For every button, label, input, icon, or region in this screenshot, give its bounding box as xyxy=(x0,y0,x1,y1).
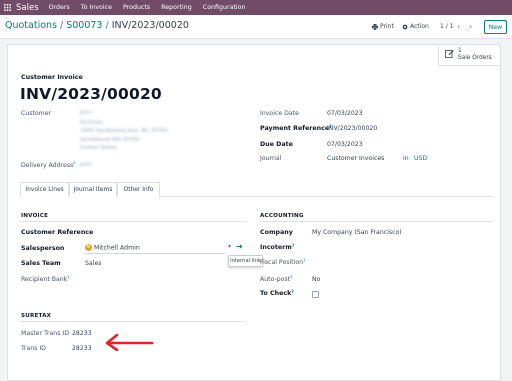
master-trans-id-value[interactable]: 28233 xyxy=(72,330,92,337)
action-button[interactable]: Action xyxy=(402,23,429,30)
internal-link-arrow-icon[interactable]: ➜ xyxy=(236,242,243,251)
customer-reference-label: Customer Reference xyxy=(21,229,94,236)
invoice-number: INV/2023/00020 xyxy=(20,85,162,103)
delivery-address-label: Delivery Address? xyxy=(21,162,76,169)
sale-orders-smart-button[interactable]: 1 Sale Orders xyxy=(438,45,500,66)
nav-products[interactable]: Products xyxy=(123,4,150,11)
company-value[interactable]: My Company (San Francisco) xyxy=(312,229,402,236)
currency-value[interactable]: USD xyxy=(414,155,427,162)
print-button[interactable]: Print xyxy=(372,23,394,30)
breadcrumb-current: INV/2023/00020 xyxy=(111,20,189,31)
annotation-arrow-icon xyxy=(105,333,154,351)
accounting-section-title: ACCOUNTING xyxy=(260,213,304,219)
tab-journal-items[interactable]: Journal Items xyxy=(69,182,117,197)
help-marker[interactable]: ? xyxy=(290,276,292,281)
due-date-label: Due Date xyxy=(260,141,293,148)
pager-next-icon[interactable]: › xyxy=(469,22,472,31)
invoice-date-value[interactable]: 07/03/2023 xyxy=(327,110,363,117)
incoterm-label: Incoterm? xyxy=(260,244,295,251)
help-marker[interactable]: ? xyxy=(291,290,294,295)
print-icon xyxy=(372,23,378,30)
section-divider xyxy=(259,221,493,222)
section-divider xyxy=(20,221,246,222)
breadcrumb-separator: / xyxy=(105,20,109,31)
help-marker[interactable]: ? xyxy=(303,259,305,264)
breadcrumb-quotations[interactable]: Quotations xyxy=(5,20,57,31)
customer-address-line: Sandiwood WA 30791 xyxy=(80,137,140,143)
auto-post-value[interactable]: No xyxy=(312,276,320,283)
customer-name[interactable]: John xyxy=(80,110,92,116)
form-sheet: 1 Sale Orders Customer Invoice INV/2023/… xyxy=(7,44,501,381)
pager-value[interactable]: 1 / 1 xyxy=(440,23,453,30)
tab-other-info[interactable]: Other Info xyxy=(117,182,160,198)
delivery-address-value[interactable]: John xyxy=(80,162,92,168)
gear-icon xyxy=(402,24,408,29)
salesperson-underline xyxy=(85,253,225,254)
help-marker[interactable]: ? xyxy=(67,276,69,281)
move-type-label: Customer Invoice xyxy=(21,74,83,81)
customer-address-line: United States xyxy=(80,145,118,151)
control-panel: Quotations / S00073/INV/2023/00020 Print A… xyxy=(0,15,512,39)
sale-orders-count: 1 xyxy=(458,48,462,54)
breadcrumb-separator: / xyxy=(60,20,64,31)
nav-configuration[interactable]: Configuration xyxy=(203,4,246,11)
recipient-bank-label: Recipient Bank? xyxy=(21,276,70,283)
tab-invoice-lines[interactable]: Invoice Lines xyxy=(20,182,69,197)
salesperson-label: Salesperson xyxy=(21,245,65,252)
due-date-value[interactable]: 07/03/2023 xyxy=(327,141,363,148)
avatar: M xyxy=(85,244,92,251)
help-marker[interactable]: ? xyxy=(73,162,75,167)
customer-address-line: 1905 Sandiwood Ave, NC 30791 xyxy=(80,128,169,134)
new-button[interactable]: New xyxy=(484,20,507,34)
print-label: Print xyxy=(380,23,394,30)
sale-orders-label: Sale Orders xyxy=(458,55,492,61)
app-brand[interactable]: Sales xyxy=(16,3,39,13)
payment-reference-value[interactable]: INV/2023/00020 xyxy=(327,125,377,132)
trans-id-value[interactable]: 28233 xyxy=(72,345,92,352)
section-divider xyxy=(20,321,246,322)
company-label: Company xyxy=(260,229,293,236)
invoice-date-label: Invoice Date xyxy=(260,110,299,117)
sales-team-label: Sales Team xyxy=(21,260,61,267)
nav-orders[interactable]: Orders xyxy=(49,4,70,11)
action-label: Action xyxy=(410,23,429,30)
sales-team-value[interactable]: Sales xyxy=(85,260,101,267)
invoice-section-title: INVOICE xyxy=(21,213,49,219)
salesperson-field[interactable]: M Mitchell Admin xyxy=(85,244,140,252)
notebook-tabs: Invoice Lines Journal Items Other Info xyxy=(20,182,493,198)
payment-reference-label: Payment Reference? xyxy=(260,125,332,132)
breadcrumb: Quotations / S00073/INV/2023/00020 xyxy=(5,20,189,31)
auto-post-label: Auto-post? xyxy=(260,276,293,283)
pager-previous-icon[interactable]: ‹ xyxy=(457,22,460,31)
chevron-down-icon[interactable]: ▾ xyxy=(228,243,231,250)
breadcrumb-order[interactable]: S00073 xyxy=(66,20,102,31)
main-navbar: Sales Orders To Invoice Products Reporti… xyxy=(0,0,512,15)
customer-address-line: Portfolio xyxy=(80,120,103,126)
to-check-checkbox[interactable] xyxy=(312,291,319,298)
master-trans-id-label: Master Trans ID xyxy=(21,330,70,337)
trans-id-label: Trans ID xyxy=(21,345,46,352)
fiscal-position-label: Fiscal Position? xyxy=(260,259,306,266)
nav-reporting[interactable]: Reporting xyxy=(161,4,192,11)
journal-value[interactable]: Customer Invoices xyxy=(327,155,384,162)
customer-label: Customer xyxy=(21,110,52,117)
journal-in-text: in xyxy=(403,155,409,162)
internal-link-tooltip: Internal link xyxy=(228,255,263,267)
help-marker[interactable]: ? xyxy=(292,244,295,249)
apps-menu-icon[interactable] xyxy=(0,0,14,15)
nav-to-invoice[interactable]: To Invoice xyxy=(81,4,112,11)
salesperson-value: Mitchell Admin xyxy=(94,244,140,252)
to-check-label: To Check? xyxy=(260,290,294,297)
suretax-section-title: SURETAX xyxy=(21,313,52,319)
journal-label: Journal xyxy=(260,155,282,162)
edit-icon xyxy=(445,50,454,58)
